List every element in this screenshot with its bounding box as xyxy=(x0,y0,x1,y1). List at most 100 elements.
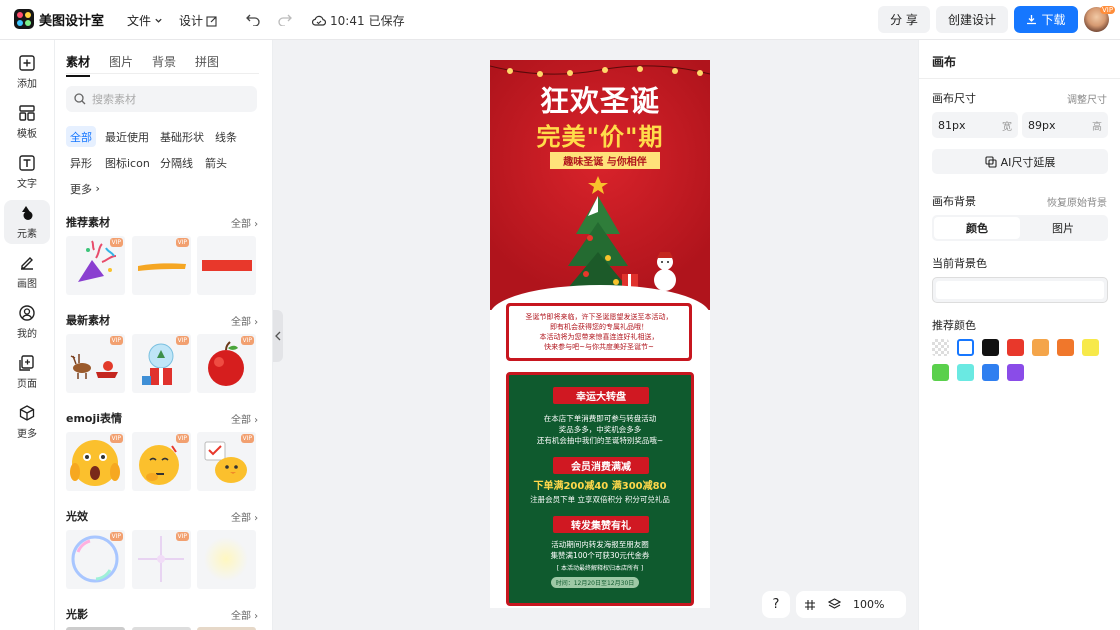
rail-item-more[interactable]: 更多 xyxy=(4,400,50,444)
material-panel: 素材 图片 背景 拼图 搜索素材 全部 最近使用 基础形状 线条 异形 图标ic… xyxy=(55,40,273,630)
save-status: 10:41 已保存 xyxy=(312,12,405,29)
tab-color[interactable]: 颜色 xyxy=(934,217,1020,239)
restore-bg-link[interactable]: 恢复原始背景 xyxy=(1047,194,1107,209)
section-title: 最新素材 xyxy=(66,314,110,327)
swatch-green[interactable] xyxy=(932,364,949,381)
tab-image[interactable]: 图片 xyxy=(1020,217,1106,239)
shapes-icon xyxy=(22,206,33,220)
thumb-reindeer-sleigh[interactable]: VIP xyxy=(66,334,125,393)
search-input[interactable]: 搜索素材 xyxy=(66,86,257,112)
section-title: 推荐素材 xyxy=(66,216,110,229)
recommend-label: 推荐颜色 xyxy=(932,319,976,332)
swatch-cyan[interactable] xyxy=(957,364,974,381)
height-unit: 高 xyxy=(1092,121,1102,133)
chip-basic-shapes[interactable]: 基础形状 xyxy=(156,126,208,147)
date-pill: 时间：12月20日至12月30日 xyxy=(551,577,639,588)
swatch-purple[interactable] xyxy=(1007,364,1024,381)
design-menu[interactable]: 设计 xyxy=(179,12,218,29)
thumb-yellow-stroke[interactable]: VIP xyxy=(132,236,191,295)
file-menu[interactable]: 文件 xyxy=(127,12,163,29)
rail-label: 页面 xyxy=(17,379,37,390)
current-bg-color[interactable] xyxy=(932,277,1108,303)
undo-icon[interactable] xyxy=(246,12,260,26)
chip-more[interactable]: 更多 › xyxy=(66,178,104,199)
rail-label: 文字 xyxy=(17,179,37,190)
all-label: 全部 xyxy=(231,219,251,230)
layers-icon[interactable] xyxy=(828,598,841,611)
section-all-link[interactable]: 全部 › xyxy=(231,411,258,426)
chip-arrows[interactable]: 箭头 xyxy=(201,152,231,173)
collapse-panel-handle[interactable] xyxy=(273,310,283,362)
app-logo[interactable]: 美图设计室 xyxy=(14,9,104,29)
redo-icon[interactable] xyxy=(278,12,292,26)
zoom-toolbar: 100% xyxy=(796,591,906,618)
rail-item-elements[interactable]: 元素 xyxy=(4,200,50,244)
swatch-blue[interactable] xyxy=(982,364,999,381)
section-all-link[interactable]: 全部 › xyxy=(231,215,258,230)
thumb-snow-globe-gift[interactable]: VIP xyxy=(132,334,191,393)
design-menu-label: 设计 xyxy=(179,14,204,28)
vip-badge: VIP xyxy=(175,434,189,443)
swatch-white[interactable] xyxy=(957,339,974,356)
rail-item-add[interactable]: 添加 xyxy=(4,50,50,94)
section-all-link[interactable]: 全部 › xyxy=(231,607,258,622)
swatch-red[interactable] xyxy=(1007,339,1024,356)
thumb-red-apple[interactable]: VIP xyxy=(197,334,256,393)
share-button[interactable]: 分 享 xyxy=(878,6,930,33)
edit-icon xyxy=(206,15,217,27)
height-field[interactable]: 89px 高 xyxy=(1022,112,1108,138)
thumb-red-bar[interactable] xyxy=(197,236,256,295)
thumb-sparkle[interactable]: VIP xyxy=(132,530,191,589)
download-button[interactable]: 下载 xyxy=(1014,6,1078,33)
grid-icon[interactable] xyxy=(804,599,816,611)
rail-label: 元素 xyxy=(17,229,37,240)
rail-item-template[interactable]: 模板 xyxy=(4,100,50,144)
vip-badge: VIP xyxy=(175,238,189,247)
swatch-yellow[interactable] xyxy=(1082,339,1099,356)
section-title: 光影 xyxy=(66,608,88,621)
glow-icon xyxy=(204,537,248,581)
thumb-chick-emoji[interactable]: VIP xyxy=(197,432,256,491)
width-unit: 宽 xyxy=(1002,121,1012,133)
adjust-size-link[interactable]: 调整尺寸 xyxy=(1067,91,1107,106)
section-all-link[interactable]: 全部 › xyxy=(231,313,258,328)
all-label: 全部 xyxy=(231,317,251,328)
chip-all[interactable]: 全部 xyxy=(66,126,96,147)
thumb-shocked-emoji[interactable]: VIP xyxy=(66,432,125,491)
rail-item-page[interactable]: 页面 xyxy=(4,350,50,394)
thumb-bubble[interactable]: VIP xyxy=(66,530,125,589)
chip-icons[interactable]: 图标icon xyxy=(101,152,154,173)
thumb-thinking-emoji[interactable]: VIP xyxy=(132,432,191,491)
swatch-black[interactable] xyxy=(982,339,999,356)
rail-label: 画图 xyxy=(17,279,37,290)
chip-recent[interactable]: 最近使用 xyxy=(101,126,153,147)
canvas-poster[interactable]: 狂欢圣诞 完美"价"期 趣味圣诞 与你相伴 圣诞节即将来临，许下圣诞愿望发送至本… xyxy=(490,60,710,608)
rail-item-text[interactable]: 文字 xyxy=(4,150,50,194)
thumb-glow[interactable] xyxy=(197,530,256,589)
rail-item-mine[interactable]: 我的 xyxy=(4,300,50,344)
chip-lines[interactable]: 线条 xyxy=(211,126,241,147)
download-icon xyxy=(1027,15,1037,25)
cube-icon xyxy=(19,405,35,421)
vip-badge: VIP xyxy=(109,238,123,247)
help-button[interactable]: ? xyxy=(762,591,790,618)
chip-dividers[interactable]: 分隔线 xyxy=(156,152,197,173)
thumb-confetti-popper[interactable]: VIP xyxy=(66,236,125,295)
chip-irregular[interactable]: 异形 xyxy=(66,152,96,173)
width-field[interactable]: 81px 宽 xyxy=(932,112,1018,138)
swatch-orange[interactable] xyxy=(1057,339,1074,356)
chevron-down-icon xyxy=(155,18,162,23)
section-all-link[interactable]: 全部 › xyxy=(231,509,258,524)
chevron-left-icon xyxy=(275,331,281,341)
ai-resize-button[interactable]: AI尺寸延展 xyxy=(932,149,1108,174)
swatch-light-orange[interactable] xyxy=(1032,339,1049,356)
event-note: [ 本活动最终解释权归本店所有 ] xyxy=(556,565,644,572)
zoom-level[interactable]: 100% xyxy=(853,598,884,611)
canvas-settings-panel: 画布 画布尺寸 调整尺寸 81px 宽 89px 高 AI尺寸延展 画布背景 恢… xyxy=(918,40,1120,630)
swatch-transparent[interactable] xyxy=(932,339,949,356)
create-design-button[interactable]: 创建设计 xyxy=(936,6,1008,33)
left-rail: 添加 模板 文字 元素 画图 我的 页面 更多 xyxy=(0,40,55,630)
rail-item-draw[interactable]: 画图 xyxy=(4,250,50,294)
snowman-icon xyxy=(654,252,676,291)
vip-badge: VIP xyxy=(175,336,189,345)
